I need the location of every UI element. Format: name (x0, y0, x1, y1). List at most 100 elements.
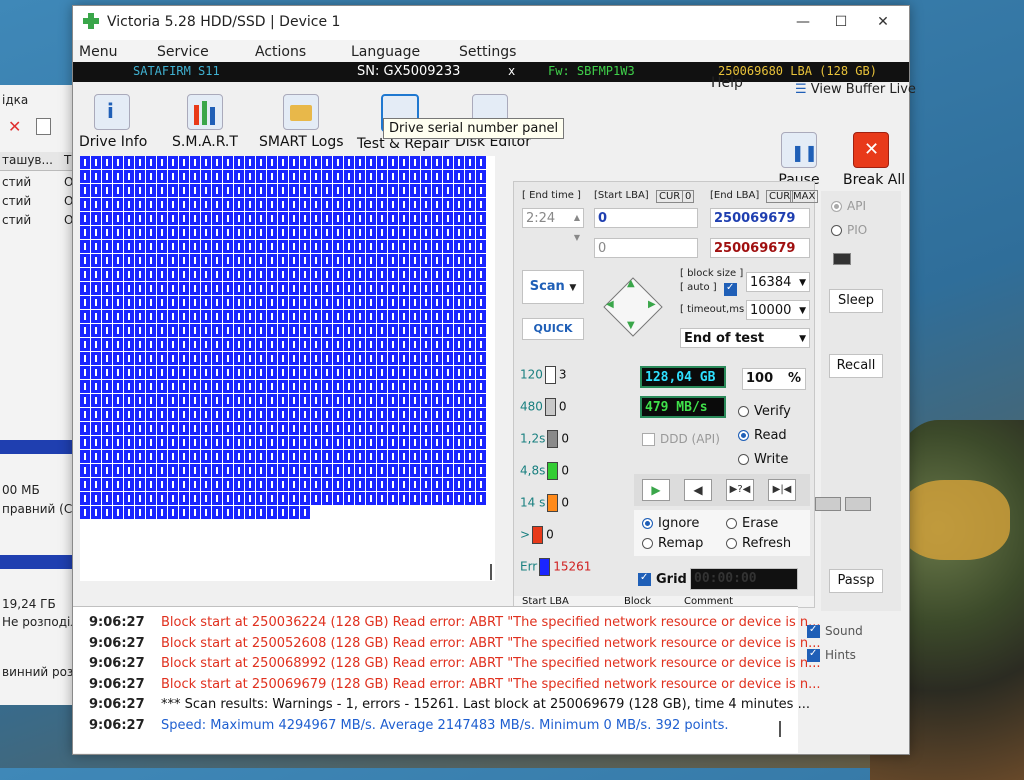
block-cell (267, 184, 277, 197)
block-cell (344, 394, 354, 407)
block-cell (157, 170, 167, 183)
quick-button[interactable]: QUICK (522, 318, 584, 340)
block-cell (267, 408, 277, 421)
log-entry[interactable]: 9:06:27 *** Scan results: Warnings - 1, e… (89, 697, 810, 712)
block-cell (102, 240, 112, 253)
block-cell (157, 212, 167, 225)
log-entry[interactable]: 9:06:27 Speed: Maximum 4294967 MB/s. Aver… (89, 718, 728, 733)
serial-number[interactable]: SN: GX5009233 (357, 64, 460, 79)
recall-button[interactable]: Recall (829, 354, 883, 378)
menu-settings[interactable]: Settings (459, 44, 516, 60)
block-cell (366, 170, 376, 183)
end-lba-field[interactable]: 250069679 (710, 208, 810, 228)
end-max-button[interactable]: MAX (790, 190, 819, 203)
block-cell (124, 506, 134, 519)
log-entry[interactable]: 9:06:27 Block start at 250069679 (128 GB)… (89, 677, 821, 692)
sound-label: Sound (825, 624, 863, 638)
skip-icon[interactable]: ▶?◀ (726, 479, 754, 501)
block-cell (201, 310, 211, 323)
bg-row[interactable]: стий (2, 213, 31, 227)
auto-checkbox[interactable] (724, 282, 737, 296)
pio-radio[interactable]: PIO (831, 223, 867, 237)
block-cell (454, 408, 464, 421)
delete-icon[interactable]: ✕ (8, 117, 21, 136)
erase-radio[interactable]: Erase (726, 516, 778, 531)
block-cell (80, 478, 90, 491)
block-cell (168, 394, 178, 407)
end-lba-field-2[interactable]: 250069679 (710, 238, 810, 258)
log-entry[interactable]: 9:06:27 Block start at 250036224 (128 GB)… (89, 615, 821, 630)
sound-checkbox[interactable]: Sound (807, 624, 863, 638)
log-entry[interactable]: 9:06:27 Block start at 250068992 (128 GB)… (89, 656, 821, 671)
hints-checkbox[interactable]: Hints (807, 648, 856, 662)
block-cell (124, 478, 134, 491)
block-cell (146, 310, 156, 323)
ddd-checkbox[interactable]: DDD (API) (642, 432, 720, 446)
remap-radio[interactable]: Remap (642, 536, 703, 551)
drive-info-button[interactable]: i Drive Info (79, 94, 147, 164)
api-radio[interactable]: API (831, 199, 866, 213)
end-time-field[interactable]: 2:24 ▲ ▼ (522, 208, 584, 242)
block-cell (245, 352, 255, 365)
end-of-test-select[interactable]: End of test ▼ (680, 328, 810, 348)
menu-service[interactable]: Service (157, 44, 209, 60)
map-scrollbar[interactable] (490, 564, 492, 580)
passp-button[interactable]: Passp (829, 569, 883, 593)
scan-label: Scan (529, 279, 565, 294)
block-cell (322, 282, 332, 295)
block-cell (234, 338, 244, 351)
block-cell (322, 170, 332, 183)
log-entry[interactable]: 9:06:27 Block start at 250052608 (128 GB)… (89, 636, 821, 651)
smart-button[interactable]: S.M.A.R.T (169, 94, 241, 164)
grid-checkbox[interactable]: Grid (638, 572, 687, 587)
close-serial-icon[interactable]: x (508, 64, 515, 78)
start-zero-button[interactable]: 0 (682, 190, 695, 203)
block-cell (410, 408, 420, 421)
menu-menu[interactable]: Menu (79, 44, 117, 60)
end-icon[interactable]: ▶|◀ (768, 479, 796, 501)
ignore-radio[interactable]: Ignore (642, 516, 699, 531)
block-cell (102, 422, 112, 435)
block-cell (355, 366, 365, 379)
block-size-select[interactable]: 16384 ▼ (746, 272, 810, 292)
write-radio[interactable]: Write (738, 452, 788, 467)
start-lba-field[interactable]: 0 (594, 208, 698, 228)
back-icon[interactable]: ◀ (684, 479, 712, 501)
nav-up-icon[interactable]: ▲ (627, 278, 635, 289)
minimize-button[interactable]: — (783, 10, 823, 34)
timeout-select[interactable]: 10000 ▼ (746, 300, 810, 320)
verify-radio[interactable]: Verify (738, 404, 791, 419)
menu-actions[interactable]: Actions (255, 44, 306, 60)
nav-left-icon[interactable]: ◀ (606, 299, 614, 310)
view-buffer-live[interactable]: ☰ View Buffer Live (795, 82, 916, 97)
document-icon[interactable] (36, 118, 51, 135)
close-button[interactable]: ✕ (863, 10, 903, 34)
spinner-icon[interactable]: ▲ ▼ (574, 208, 580, 248)
title-bar[interactable]: Victoria 5.28 HDD/SSD | Device 1 — ☐ ✕ (73, 6, 909, 40)
block-cell (322, 184, 332, 197)
block-cell (190, 282, 200, 295)
smart-logs-button[interactable]: SMART Logs (259, 94, 344, 164)
bg-row[interactable]: стий (2, 175, 31, 189)
menu-language[interactable]: Language (351, 44, 420, 60)
menu-help[interactable]: Help (711, 75, 743, 91)
sleep-button[interactable]: Sleep (829, 289, 883, 313)
nav-down-icon[interactable]: ▼ (627, 320, 635, 331)
block-cell (355, 240, 365, 253)
block-cell (179, 380, 189, 393)
bg-row[interactable]: стий (2, 194, 31, 208)
block-cell (322, 492, 332, 505)
maximize-button[interactable]: ☐ (821, 10, 861, 34)
refresh-radio[interactable]: Refresh (726, 536, 791, 551)
start-cur-button[interactable]: CUR (656, 190, 684, 203)
log-scrollbar[interactable] (779, 721, 781, 737)
block-cell (454, 366, 464, 379)
nav-right-icon[interactable]: ▶ (648, 299, 656, 310)
read-radio[interactable]: Read (738, 428, 787, 443)
start-lba-field-2[interactable]: 0 (594, 238, 698, 258)
block-cell (366, 282, 376, 295)
scan-button[interactable]: Scan ▼ (522, 270, 584, 304)
block-cell (113, 464, 123, 477)
play-icon[interactable]: ▶ (642, 479, 670, 501)
block-cell (80, 380, 90, 393)
